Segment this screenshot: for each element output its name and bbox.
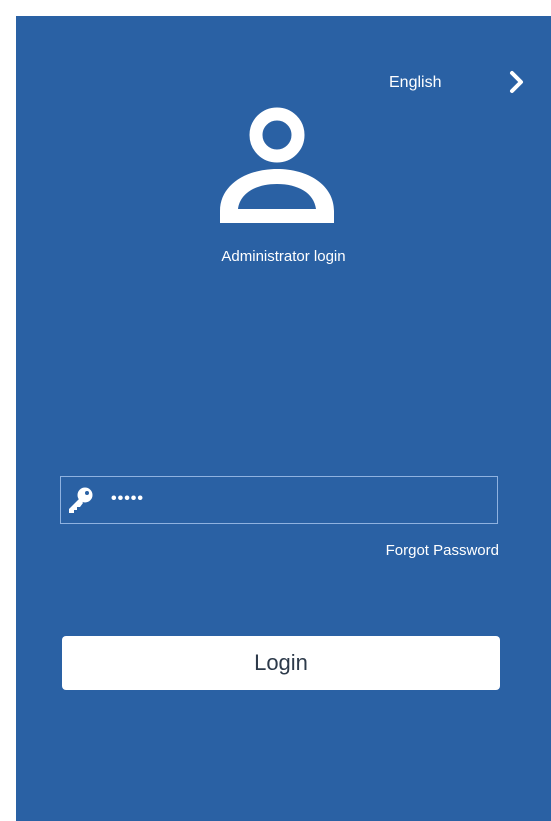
language-selector[interactable]: English [372, 64, 542, 100]
user-avatar-icon [220, 107, 334, 223]
forgot-password-link[interactable]: Forgot Password [386, 541, 499, 561]
login-screen: English Administrator login ••••• Forgot… [16, 16, 551, 821]
login-button[interactable]: Login [62, 636, 500, 690]
chevron-right-icon [510, 71, 523, 93]
key-icon [69, 487, 93, 513]
page-title: Administrator login [221, 248, 346, 265]
language-label: English [389, 74, 442, 91]
password-field[interactable]: ••••• [60, 476, 498, 524]
password-value: ••••• [111, 490, 145, 507]
